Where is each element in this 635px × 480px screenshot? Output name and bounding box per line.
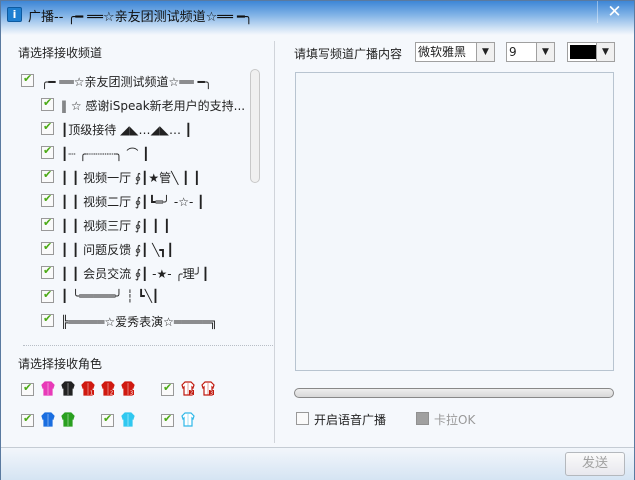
role-shirt-icon	[41, 381, 55, 396]
channel-label: ┃ ┃ 问题反馈 ∮┃ ╲┓┃	[61, 243, 174, 257]
channel-label: ┃ ┃ 视频一厅 ∮┃★管╲ ┃ ┃	[61, 171, 201, 185]
message-textarea[interactable]	[295, 72, 614, 371]
panel-divider	[274, 41, 275, 443]
font-value: 微软雅黑	[418, 45, 467, 59]
channel-label: ╠═════☆爱秀表演☆═════╗	[61, 315, 218, 329]
svg-text:2: 2	[190, 391, 193, 397]
role-shirt-icon: 2	[181, 381, 195, 397]
channel-checkbox[interactable]	[21, 72, 34, 87]
channel-checkbox[interactable]	[41, 288, 54, 303]
voice-broadcast-label: 开启语音广播	[314, 413, 387, 427]
channel-label: ┃ ┃ 视频三厅 ∮┃ ┃ ┃	[61, 219, 171, 233]
broadcast-window: i 广播-- ╭━ ══☆亲友团测试频道☆══ ━╮ ✕ 请选择接收频道 ╭━ …	[0, 0, 635, 480]
roles-label: 请选择接收角色	[18, 357, 103, 371]
footer-bar	[1, 447, 634, 480]
chevron-down-icon: ▼	[596, 43, 614, 61]
role-shirt-icon	[61, 412, 75, 427]
window-title: 广播-- ╭━ ══☆亲友团测试频道☆══ ━╮	[28, 10, 253, 25]
channel-label: ‖ ☆ 感谢iSpeak新老用户的支持...	[61, 99, 246, 113]
role-checkbox[interactable]	[21, 381, 34, 396]
channel-list-scrollbar[interactable]	[250, 69, 260, 183]
channel-label: ╭━ ══☆亲友团测试频道☆══ ━╮	[41, 75, 212, 89]
role-shirt-icon: 3	[121, 381, 135, 397]
content-label: 请填写频道广播内容	[294, 47, 403, 61]
role-shirt-icon: 2	[101, 381, 115, 397]
close-button[interactable]: ✕	[597, 1, 631, 23]
channel-checkbox[interactable]	[41, 168, 54, 183]
channels-label: 请选择接收频道	[18, 46, 103, 60]
role-checkbox[interactable]	[101, 412, 114, 427]
role-shirt-icon	[61, 381, 75, 396]
svg-text:1: 1	[90, 391, 93, 397]
role-checkbox[interactable]	[161, 381, 174, 396]
karaoke-checkbox	[416, 412, 429, 425]
channel-label: ┃ ┃ 会员交流 ∮┃ -★- ╭理╯┃	[61, 267, 210, 281]
title-bar: i 广播-- ╭━ ══☆亲友团测试频道☆══ ━╮ ✕	[1, 1, 634, 35]
channel-checkbox[interactable]	[41, 120, 54, 135]
channel-checkbox[interactable]	[41, 192, 54, 207]
separator	[23, 345, 273, 346]
chevron-down-icon: ▼	[476, 43, 494, 61]
channel-checkbox[interactable]	[41, 144, 54, 159]
karaoke-label: 卡拉OK	[434, 413, 476, 427]
role-shirt-icon: 3	[201, 381, 215, 397]
channel-checkbox[interactable]	[41, 264, 54, 279]
svg-text:3: 3	[210, 391, 213, 397]
voice-broadcast-checkbox[interactable]	[296, 412, 309, 425]
role-checkbox[interactable]	[21, 412, 34, 427]
channel-checkbox[interactable]	[41, 96, 54, 111]
color-select[interactable]: ▼	[567, 42, 615, 62]
close-icon: ✕	[607, 2, 622, 22]
chevron-down-icon: ▼	[536, 43, 554, 61]
role-shirt-icon: 1	[81, 381, 95, 397]
send-button[interactable]: 发送	[565, 452, 625, 476]
channel-label: ┃┈ ╭┈┈┈┈╮ ⌒ ┃	[61, 147, 150, 161]
channel-checkbox[interactable]	[41, 216, 54, 231]
svg-text:3: 3	[130, 391, 133, 397]
size-value: 9	[509, 45, 517, 59]
role-shirt-icon	[121, 412, 135, 427]
color-swatch	[570, 45, 596, 59]
font-select[interactable]: 微软雅黑 ▼	[415, 42, 495, 62]
svg-text:2: 2	[110, 391, 113, 397]
channel-label: ┃ ┃ 视频二厅 ∮┃┗═╯ -☆- ┃	[61, 195, 205, 209]
size-select[interactable]: 9 ▼	[506, 42, 555, 62]
channel-label: ┃ ╰═════╯ ┆ ┗╲┃	[61, 289, 160, 303]
channel-label: ┃顶级接待 ◢◣…◢◣… ┃	[61, 123, 192, 137]
app-info-icon: i	[7, 7, 22, 22]
role-shirt-icon	[181, 412, 195, 427]
channel-checkbox[interactable]	[41, 312, 54, 327]
channel-checkbox[interactable]	[41, 240, 54, 255]
progress-bar	[294, 388, 614, 398]
role-checkbox[interactable]	[161, 412, 174, 427]
role-shirt-icon	[41, 412, 55, 427]
